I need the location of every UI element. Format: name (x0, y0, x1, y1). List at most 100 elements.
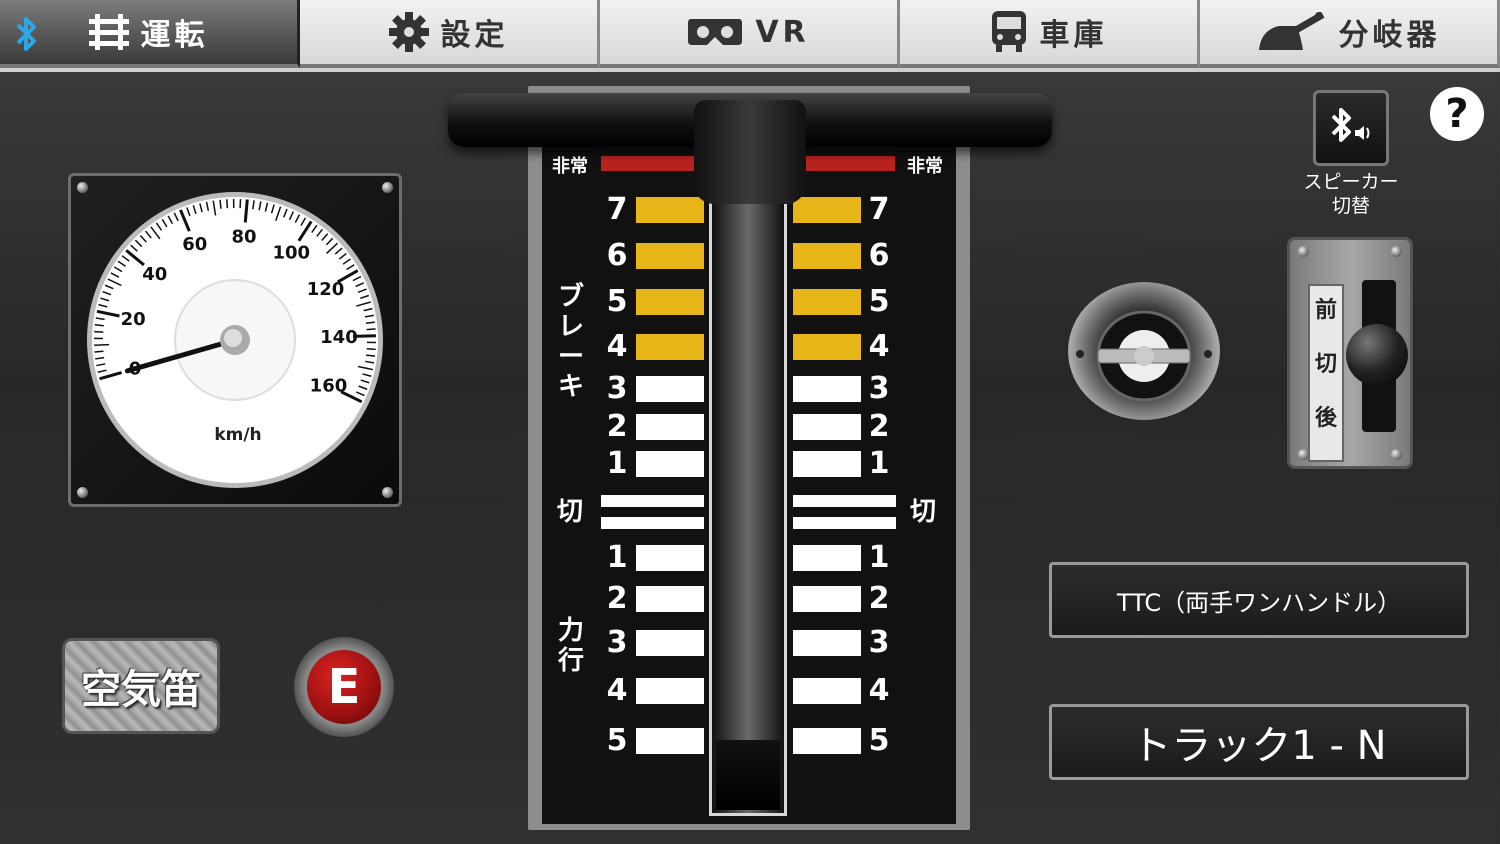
reverser-knob[interactable] (1346, 324, 1408, 386)
speed-tick (366, 347, 376, 351)
emergency-bar-right (805, 156, 895, 171)
speed-tick-label: 120 (307, 279, 345, 300)
brake-notch-bar (636, 414, 704, 440)
tab-depot[interactable]: 車庫 (900, 0, 1200, 68)
speed-tick (94, 324, 104, 327)
brake-notch-bar (793, 197, 861, 223)
brake-notch-bar (636, 243, 704, 269)
power-notch-bar (636, 728, 704, 754)
off-label-right: 切 (909, 497, 936, 527)
handle-slot (709, 200, 787, 816)
power-notch-label: 3 (606, 625, 628, 660)
brake-notch-label: 2 (868, 409, 890, 444)
screw (1391, 246, 1402, 257)
reverser-panel: 前 切 後 (1287, 237, 1413, 469)
controller-handle-stem[interactable] (694, 100, 806, 204)
power-notch-bar (636, 545, 704, 571)
key-switch[interactable] (1068, 282, 1220, 420)
speedometer-gauge: 020406080100120140160 km/h (87, 192, 383, 488)
brake-notch-label: 3 (606, 371, 628, 406)
power-label-text: 力行 (557, 616, 584, 676)
air-horn-button[interactable]: 空気笛 (62, 638, 220, 734)
brake-notch-bar (793, 289, 861, 315)
power-notch-label: 5 (868, 723, 890, 758)
tab-label: VR (755, 14, 810, 50)
power-notch-label: 1 (606, 540, 628, 575)
handle-type-button[interactable]: TTC（両手ワンハンドル） (1049, 562, 1469, 638)
brake-notch-bar (636, 197, 704, 223)
power-notch-bar (793, 545, 861, 571)
speed-tick-label: 60 (182, 234, 207, 255)
off-bar (601, 495, 704, 507)
speed-tick-label: 40 (142, 264, 167, 285)
brake-notch-label: 6 (606, 238, 628, 273)
screw (1391, 449, 1402, 460)
speed-tick-label: 80 (232, 226, 257, 247)
off-bar (601, 517, 704, 529)
tab-drive[interactable]: 運転 (0, 0, 300, 68)
help-button[interactable]: ? (1430, 87, 1484, 141)
emergency-button-face: E (307, 650, 381, 724)
power-notch-bar (636, 630, 704, 656)
tab-label: 設定 (440, 18, 509, 53)
power-notch-label: 2 (868, 581, 890, 616)
tab-vr[interactable]: VR (600, 0, 900, 68)
brake-notch-label: 3 (868, 371, 890, 406)
speed-tick (366, 328, 376, 331)
emergency-label-right: 非常 (907, 156, 943, 177)
speed-tick (94, 330, 104, 333)
speed-tick (94, 343, 110, 346)
tab-settings[interactable]: 設定 (300, 0, 600, 68)
brake-label: ブレーキ (557, 282, 587, 402)
off-label-left: 切 (556, 497, 583, 527)
power-notch-label: 5 (606, 723, 628, 758)
tab-switch[interactable]: 分岐器 (1200, 0, 1500, 68)
power-notch-label: 3 (868, 625, 890, 660)
track-icon (88, 14, 129, 50)
track-select-button[interactable]: トラック1 - N (1049, 704, 1469, 780)
reverser-backward-label: 後 (1314, 406, 1337, 431)
brake-notch-label: 1 (868, 446, 890, 481)
power-notch-label: 1 (868, 540, 890, 575)
power-notch-bar (636, 586, 704, 612)
speed-tick-label: 20 (121, 309, 146, 330)
speedometer-panel: 020406080100120140160 km/h (68, 173, 402, 507)
brake-notch-bar (636, 451, 704, 477)
emergency-button[interactable]: E (294, 637, 394, 737)
speed-unit: km/h (214, 425, 261, 445)
reverser-neutral-label: 切 (1314, 352, 1337, 377)
handle-slot-end (716, 740, 780, 810)
brake-notch-label: 1 (606, 446, 628, 481)
power-notch-bar (636, 678, 704, 704)
speed-tick (219, 199, 222, 209)
brake-notch-bar (636, 376, 704, 402)
brake-notch-label: 7 (606, 192, 628, 227)
power-notch-bar (793, 586, 861, 612)
emergency-label-left: 非常 (552, 156, 588, 177)
bluetooth-icon (14, 16, 40, 52)
brake-notch-label: 6 (868, 238, 890, 273)
reverser-forward-label: 前 (1314, 298, 1337, 323)
speaker-toggle-button[interactable] (1313, 90, 1389, 166)
brake-notch-bar (793, 243, 861, 269)
speed-tick-label: 100 (272, 243, 310, 264)
power-notch-label: 2 (606, 581, 628, 616)
speed-tick (94, 350, 104, 353)
brake-notch-label: 5 (606, 284, 628, 319)
emergency-bar-left (601, 156, 697, 171)
reverser-labels: 前 切 後 (1308, 284, 1344, 462)
brake-notch-bar (793, 376, 861, 402)
brake-notch-bar (636, 289, 704, 315)
brake-notch-label: 4 (868, 329, 890, 364)
tab-label: 運転 (140, 18, 209, 53)
screw (1298, 246, 1309, 257)
railway-switch-icon (1257, 12, 1327, 52)
brake-label-text: ブレーキ (557, 282, 584, 402)
speed-tick (226, 199, 229, 209)
gear-icon (388, 12, 429, 52)
brake-notch-label: 4 (606, 329, 628, 364)
speed-tick (243, 199, 249, 223)
off-bar (793, 495, 896, 507)
brake-notch-bar (793, 334, 861, 360)
brake-notch-label: 2 (606, 409, 628, 444)
